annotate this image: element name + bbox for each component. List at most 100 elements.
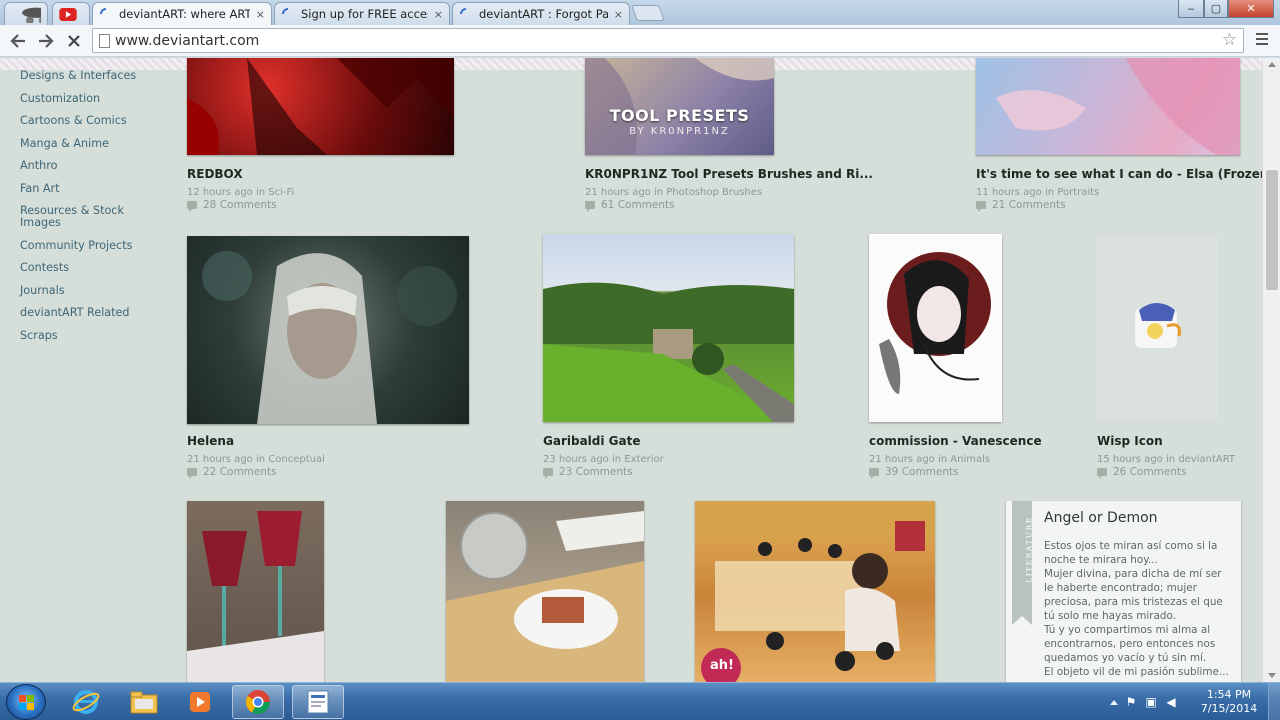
item-comments[interactable]: 22 Comments: [187, 466, 277, 479]
item-category[interactable]: Sci-Fi: [268, 187, 294, 198]
bookmark-star-icon[interactable]: ☆: [1222, 30, 1237, 50]
close-icon[interactable]: ×: [614, 8, 623, 21]
close-icon[interactable]: ×: [434, 8, 443, 21]
maximize-button[interactable]: ▢: [1204, 0, 1228, 18]
item-time: 15 hours ago in: [1097, 454, 1176, 465]
incognito-icon: [22, 7, 41, 23]
thumb-elsa[interactable]: [976, 58, 1240, 155]
thumb-helena[interactable]: [187, 236, 469, 424]
scroll-up-icon[interactable]: [1268, 62, 1276, 67]
sidebar-item-fan-art[interactable]: Fan Art: [0, 182, 165, 195]
item-category[interactable]: Photoshop Brushes: [666, 187, 762, 198]
thumb-mini-food[interactable]: [446, 501, 644, 682]
comment-count: 26 Comments: [1113, 466, 1187, 478]
thumb-raspberry-glasses[interactable]: [187, 501, 324, 682]
item-meta: 21 hours ago in Photoshop Brushes: [585, 187, 762, 198]
tab-forgot-password[interactable]: deviantART : Forgot Passw ×: [452, 2, 630, 25]
minimize-button[interactable]: –: [1178, 0, 1204, 18]
item-meta: 21 hours ago in Animals: [869, 454, 990, 465]
show-desktop-button[interactable]: [1268, 683, 1280, 720]
item-time: 11 hours ago in: [976, 187, 1055, 198]
sidebar-item-manga-anime[interactable]: Manga & Anime: [0, 137, 165, 150]
taskbar-chrome[interactable]: [232, 685, 284, 719]
item-comments[interactable]: 28 Comments: [187, 199, 277, 212]
item-category[interactable]: Conceptual: [268, 454, 325, 465]
loading-icon: [100, 8, 107, 15]
sidebar-item-resources-stock[interactable]: Resources & Stock Images: [0, 205, 125, 229]
thumb-wisp-icon[interactable]: [1097, 236, 1218, 420]
sidebar-item-customization[interactable]: Customization: [0, 92, 165, 105]
volume-icon[interactable]: ◀: [1164, 695, 1178, 709]
action-center-flag-icon[interactable]: ⚑: [1124, 695, 1138, 709]
item-title[interactable]: Wisp Icon: [1097, 434, 1163, 448]
item-comments[interactable]: 39 Comments: [869, 466, 959, 479]
item-title[interactable]: Garibaldi Gate: [543, 434, 640, 448]
item-comments[interactable]: 61 Comments: [585, 199, 675, 212]
literature-card[interactable]: LITERATURE Angel or Demon Estos ojos te …: [1006, 501, 1241, 682]
windows-taskbar: ⚑ ▣ ◀ 1:54 PM 7/15/2014: [0, 682, 1280, 720]
back-button[interactable]: [6, 29, 30, 53]
sidebar-item-anthro[interactable]: Anthro: [0, 160, 165, 172]
taskbar-internet-explorer[interactable]: [60, 685, 112, 719]
new-tab-button[interactable]: [631, 5, 665, 21]
literature-title[interactable]: Angel or Demon: [1044, 510, 1158, 526]
media-player-icon: [190, 692, 210, 712]
chrome-icon: [245, 690, 270, 715]
scrollbar-thumb[interactable]: [1266, 170, 1278, 290]
thumb-redbox[interactable]: [187, 58, 454, 155]
close-icon[interactable]: ×: [256, 8, 265, 21]
item-title[interactable]: KR0NPR1NZ Tool Presets Brushes and Ri...: [585, 167, 873, 181]
sidebar-item-community-projects[interactable]: Community Projects: [0, 239, 165, 252]
sidebar-item-cartoons-comics[interactable]: Cartoons & Comics: [0, 115, 165, 127]
comment-icon: [187, 468, 197, 479]
sidebar-item-deviantart-related[interactable]: deviantART Related: [0, 307, 165, 319]
item-comments[interactable]: 26 Comments: [1097, 466, 1187, 479]
taskbar-clock[interactable]: 1:54 PM 7/15/2014: [1196, 688, 1262, 716]
literature-excerpt: Estos ojos te miran así como si la noche…: [1044, 540, 1229, 678]
item-category[interactable]: deviantART: [1178, 454, 1235, 465]
item-time: 21 hours ago in: [869, 454, 948, 465]
taskbar-document-app[interactable]: [292, 685, 344, 719]
item-category[interactable]: Exterior: [624, 454, 663, 465]
thumb-cafe-dragons[interactable]: ah!: [695, 501, 935, 682]
comment-count: 39 Comments: [885, 466, 959, 478]
sidebar-item-designs-interfaces[interactable]: Designs & Interfaces: [0, 70, 165, 82]
tab-signup[interactable]: Sign up for FREE access to ×: [274, 2, 450, 25]
item-title[interactable]: REDBOX: [187, 167, 243, 181]
page-icon: [99, 34, 110, 48]
clock-date: 7/15/2014: [1200, 702, 1258, 715]
item-comments[interactable]: 23 Comments: [543, 466, 633, 479]
item-time: 21 hours ago in: [187, 454, 266, 465]
address-bar[interactable]: ☆: [92, 28, 1244, 53]
item-title[interactable]: commission - Vanescence: [869, 434, 1042, 448]
close-window-button[interactable]: ✕: [1228, 0, 1274, 18]
chrome-menu-button[interactable]: [1252, 30, 1272, 50]
show-hidden-icons-icon[interactable]: [1110, 699, 1118, 705]
thumb-garibaldi-gate[interactable]: [543, 234, 794, 422]
item-category[interactable]: Portraits: [1057, 187, 1099, 198]
item-comments[interactable]: 21 Comments: [976, 199, 1066, 212]
artwork-vanescence: [879, 252, 991, 394]
url-input[interactable]: [115, 31, 1215, 50]
thumb-tool-presets[interactable]: TOOL PRESETS BY KR0NPR1NZ: [585, 58, 774, 155]
network-icon[interactable]: ▣: [1144, 695, 1158, 709]
taskbar-media-player[interactable]: [174, 685, 226, 719]
thumb-subtext: BY KR0NPR1NZ: [629, 126, 730, 137]
thumb-vanescence[interactable]: [869, 234, 1002, 422]
sidebar-item-scraps[interactable]: Scraps: [0, 329, 165, 342]
comment-icon: [976, 201, 986, 212]
tab-youtube[interactable]: [52, 2, 90, 25]
item-category[interactable]: Animals: [950, 454, 990, 465]
item-title[interactable]: Helena: [187, 434, 234, 448]
taskbar-file-explorer[interactable]: [118, 685, 170, 719]
scroll-down-icon[interactable]: [1268, 673, 1276, 678]
start-button[interactable]: [6, 684, 46, 720]
tab-deviantart-home[interactable]: deviantART: where ART m ×: [92, 2, 272, 25]
sidebar-item-journals[interactable]: Journals: [0, 284, 165, 297]
stop-button[interactable]: [62, 29, 86, 53]
forward-button[interactable]: [34, 29, 58, 53]
page-scrollbar[interactable]: [1262, 58, 1280, 682]
sidebar-item-contests[interactable]: Contests: [0, 262, 165, 274]
item-title[interactable]: It's time to see what I can do - Elsa (F…: [976, 167, 1262, 181]
tab-incognito[interactable]: [4, 2, 48, 25]
